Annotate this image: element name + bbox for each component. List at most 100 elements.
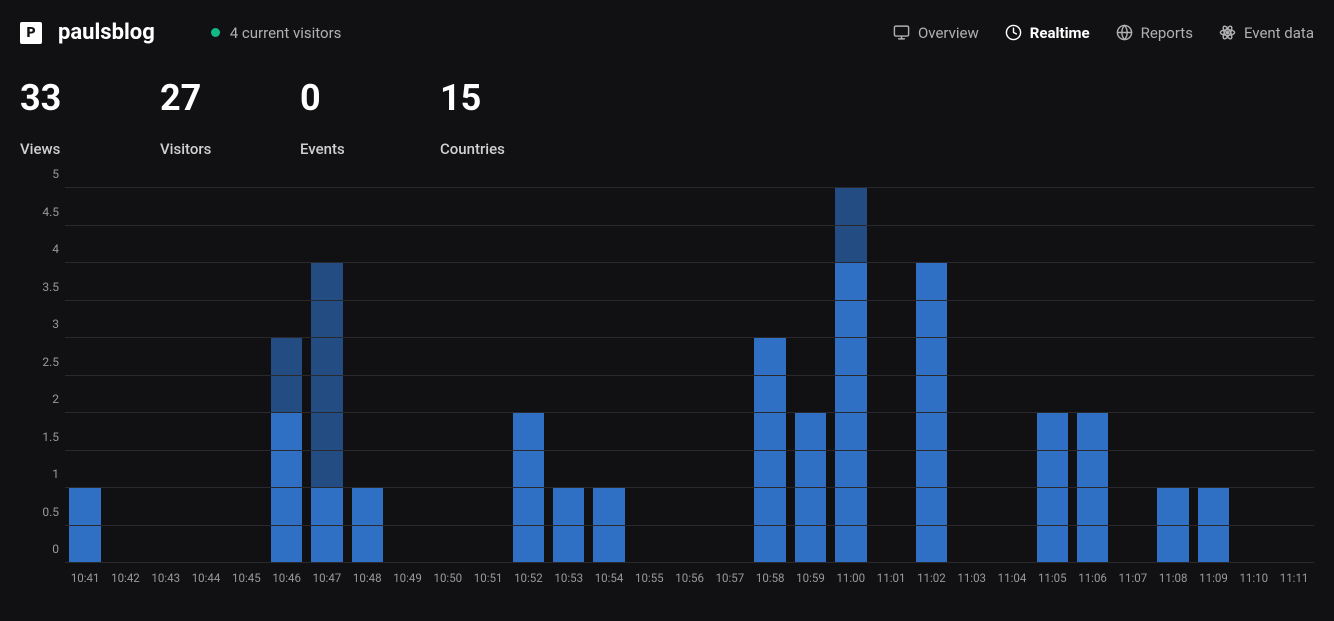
chart-bar[interactable] bbox=[669, 188, 709, 563]
chart-y-tick: 1.5 bbox=[42, 430, 59, 444]
chart-x-tick: 10:49 bbox=[387, 563, 427, 588]
chart-y-axis: 00.511.522.533.544.55 bbox=[20, 188, 65, 563]
visitor-count-text: 4 current visitors bbox=[230, 24, 342, 42]
chart-bar[interactable] bbox=[468, 188, 508, 563]
metric-label: Countries bbox=[440, 140, 580, 158]
chart-gridline bbox=[65, 225, 1314, 226]
metric-countries[interactable]: 15 Countries bbox=[440, 80, 580, 158]
monitor-icon bbox=[893, 24, 910, 41]
chart-bar[interactable] bbox=[226, 188, 266, 563]
chart-x-tick: 10:46 bbox=[266, 563, 306, 588]
metrics-row: 33Views27Visitors0 Events 15 Countries bbox=[20, 80, 1314, 158]
chart-bar-front bbox=[311, 488, 342, 563]
status-dot-icon bbox=[211, 28, 220, 37]
chart-plot-area bbox=[65, 188, 1314, 563]
nav-eventdata[interactable]: Event data bbox=[1219, 24, 1314, 42]
metric-label: Events bbox=[300, 140, 440, 158]
chart-bar[interactable] bbox=[992, 188, 1032, 563]
chart-bar[interactable] bbox=[1234, 188, 1274, 563]
chart-bar[interactable] bbox=[589, 188, 629, 563]
metric-value: 0 bbox=[300, 80, 440, 116]
chart-bar[interactable] bbox=[1072, 188, 1112, 563]
chart-bar[interactable] bbox=[1032, 188, 1072, 563]
chart-gridline bbox=[65, 487, 1314, 488]
chart-x-tick: 11:07 bbox=[1113, 563, 1153, 588]
metric-label: Views bbox=[20, 140, 160, 158]
chart-bar[interactable] bbox=[1193, 188, 1233, 563]
chart-bar[interactable] bbox=[952, 188, 992, 563]
chart-bar-front bbox=[1157, 488, 1188, 563]
chart-bar-front bbox=[916, 263, 947, 563]
chart-x-tick: 10:45 bbox=[226, 563, 266, 588]
chart-x-tick: 10:53 bbox=[549, 563, 589, 588]
chart-y-tick: 0.5 bbox=[42, 505, 59, 519]
chart-bar[interactable] bbox=[186, 188, 226, 563]
chart-bar[interactable] bbox=[911, 188, 951, 563]
metric-events[interactable]: 0 Events bbox=[300, 80, 440, 158]
nav-label: Realtime bbox=[1030, 24, 1090, 42]
chart-bar[interactable] bbox=[710, 188, 750, 563]
chart-x-tick: 11:10 bbox=[1234, 563, 1274, 588]
chart-bar[interactable] bbox=[1274, 188, 1314, 563]
chart-bar-front bbox=[1037, 413, 1068, 563]
chart-x-tick: 10:57 bbox=[710, 563, 750, 588]
chart-y-tick: 4 bbox=[52, 242, 59, 256]
header: P paulsblog 4 current visitors Overview R… bbox=[20, 20, 1314, 45]
chart-bar[interactable] bbox=[790, 188, 830, 563]
chart-x-tick: 11:03 bbox=[952, 563, 992, 588]
chart-x-tick: 10:59 bbox=[790, 563, 830, 588]
chart-bar[interactable] bbox=[105, 188, 145, 563]
metric-visitors[interactable]: 27Visitors bbox=[160, 80, 300, 158]
chart-bar-front bbox=[1077, 413, 1108, 563]
nav-reports[interactable]: Reports bbox=[1116, 24, 1193, 42]
chart-bar[interactable] bbox=[428, 188, 468, 563]
chart-bar[interactable] bbox=[1153, 188, 1193, 563]
chart-x-tick: 10:51 bbox=[468, 563, 508, 588]
chart-bar-front bbox=[593, 488, 624, 563]
chart-x-tick: 11:00 bbox=[831, 563, 871, 588]
chart-bar[interactable] bbox=[831, 188, 871, 563]
chart-gridline bbox=[65, 300, 1314, 301]
nav-overview[interactable]: Overview bbox=[893, 24, 979, 42]
chart-bar[interactable] bbox=[387, 188, 427, 563]
chart-y-tick: 2 bbox=[52, 392, 59, 406]
chart-bar[interactable] bbox=[750, 188, 790, 563]
chart-gridline bbox=[65, 375, 1314, 376]
chart-x-tick: 10:43 bbox=[146, 563, 186, 588]
chart-bar[interactable] bbox=[1113, 188, 1153, 563]
chart-x-tick: 10:52 bbox=[508, 563, 548, 588]
chart-y-tick: 5 bbox=[52, 167, 59, 181]
chart-x-tick: 10:41 bbox=[65, 563, 105, 588]
chart-bar[interactable] bbox=[307, 188, 347, 563]
chart-x-tick: 10:47 bbox=[307, 563, 347, 588]
chart-bar[interactable] bbox=[347, 188, 387, 563]
chart-gridline bbox=[65, 450, 1314, 451]
chart-x-tick: 10:44 bbox=[186, 563, 226, 588]
chart-x-tick: 10:50 bbox=[428, 563, 468, 588]
chart-bar-front bbox=[835, 263, 866, 563]
chart-x-tick: 11:06 bbox=[1072, 563, 1112, 588]
chart-bar[interactable] bbox=[508, 188, 548, 563]
chart-bar[interactable] bbox=[871, 188, 911, 563]
site-name[interactable]: paulsblog bbox=[58, 20, 155, 45]
chart-bar[interactable] bbox=[266, 188, 306, 563]
chart-bar[interactable] bbox=[146, 188, 186, 563]
chart-y-tick: 3.5 bbox=[42, 280, 59, 294]
chart-x-axis: 10:4110:4210:4310:4410:4510:4610:4710:48… bbox=[65, 563, 1314, 588]
metric-views[interactable]: 33Views bbox=[20, 80, 160, 158]
chart-bar[interactable] bbox=[549, 188, 589, 563]
chart-bar-front bbox=[513, 413, 544, 563]
chart-gridline bbox=[65, 262, 1314, 263]
chart-bar[interactable] bbox=[629, 188, 669, 563]
chart-x-tick: 11:04 bbox=[992, 563, 1032, 588]
chart-x-tick: 11:08 bbox=[1153, 563, 1193, 588]
chart-bar[interactable] bbox=[65, 188, 105, 563]
header-left: P paulsblog 4 current visitors bbox=[20, 20, 341, 45]
nav-label: Event data bbox=[1244, 24, 1314, 42]
metric-value: 15 bbox=[440, 80, 580, 116]
chart-y-tick: 4.5 bbox=[42, 205, 59, 219]
site-logo[interactable]: P bbox=[20, 22, 42, 44]
metric-value: 27 bbox=[160, 80, 300, 116]
nav-realtime[interactable]: Realtime bbox=[1005, 24, 1090, 42]
chart-bar-front bbox=[271, 413, 302, 563]
